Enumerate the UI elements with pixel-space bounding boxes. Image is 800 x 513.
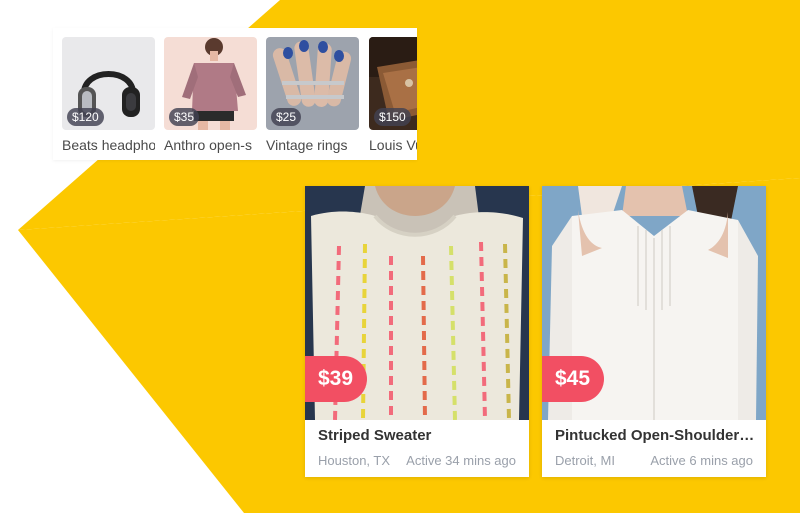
louis-vuitton-image: $150: [369, 37, 417, 130]
card-title: Striped Sweater: [318, 427, 432, 444]
card-title: Pintucked Open-Shoulder ...: [555, 427, 755, 444]
thumb-title: Anthro open-s: [164, 137, 252, 153]
listing-card-pintucked-top[interactable]: $45 Pintucked Open-Shoulder ... Detroit,…: [542, 186, 766, 477]
headphones-image: $120: [62, 37, 155, 130]
card-active-status: Active 6 mins ago: [650, 453, 753, 468]
anthro-top-image: $35: [164, 37, 257, 130]
thumb-title: Louis Vu: [369, 137, 417, 153]
thumb-title: Vintage rings: [266, 137, 348, 153]
card-location: Detroit, MI: [555, 453, 615, 468]
listing-thumb-vintage-rings[interactable]: $25 Vintage rings: [266, 37, 359, 153]
listing-card-striped-sweater[interactable]: $39 Striped Sweater Houston, TX Active 3…: [305, 186, 529, 477]
card-price-badge: $39: [305, 356, 368, 402]
card-active-status: Active 34 mins ago: [406, 453, 516, 468]
thumb-price-badge: $35: [169, 108, 200, 126]
listing-thumb-headphones[interactable]: $120 Beats headpho: [62, 37, 155, 153]
recent-listings-strip: $120 Beats headpho $35 Anthro open-s $25…: [53, 28, 417, 160]
thumb-price-badge: $150: [374, 108, 411, 126]
thumb-price-badge: $25: [271, 108, 302, 126]
listing-thumb-anthro-top[interactable]: $35 Anthro open-s: [164, 37, 257, 153]
thumb-price-badge: $120: [67, 108, 104, 126]
listing-thumb-louis-vuitton[interactable]: $150 Louis Vu: [369, 37, 417, 153]
card-price-badge: $45: [542, 356, 605, 402]
card-location: Houston, TX: [318, 453, 391, 468]
thumb-title: Beats headpho: [62, 137, 155, 153]
vintage-rings-image: $25: [266, 37, 359, 130]
